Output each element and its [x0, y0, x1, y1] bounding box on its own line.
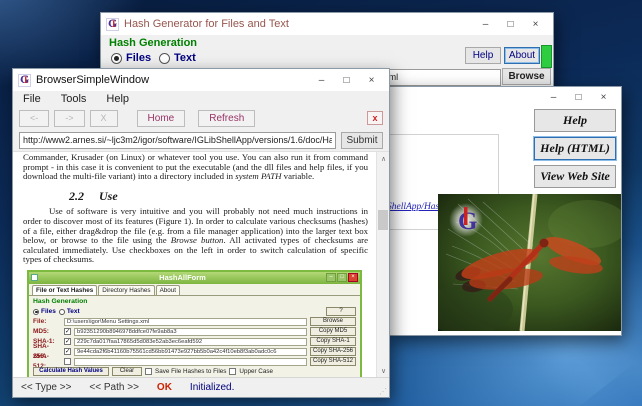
url-input[interactable]: [19, 132, 336, 149]
close-icon: ×: [348, 273, 358, 282]
radio-dot-icon: [111, 53, 122, 64]
address-bar: Submit: [13, 129, 389, 151]
copy-sha256-button: Copy SHA-256: [310, 347, 356, 356]
minimize-icon[interactable]: –: [541, 88, 566, 107]
paragraph: Use of software is very intuitive and yo…: [23, 207, 368, 265]
md5-hash-field: b92351290b8946978ddfce07fe9ab8a3: [74, 328, 307, 336]
help-button[interactable]: Help: [534, 109, 616, 132]
maximize-icon[interactable]: □: [334, 71, 359, 90]
save-hashes-checkbox: [145, 368, 152, 375]
view-website-button[interactable]: View Web Site: [534, 165, 616, 188]
submit-button[interactable]: Submit: [341, 132, 383, 149]
maximize-icon[interactable]: □: [566, 88, 591, 107]
upper-case-checkbox: [229, 368, 236, 375]
scrollbar-thumb[interactable]: [378, 210, 388, 230]
app-logo-icon: GI: [106, 18, 119, 31]
sha512-checkbox: [64, 358, 71, 365]
maximize-icon[interactable]: □: [498, 15, 523, 34]
status-path: << Path >>: [89, 382, 139, 393]
files-radio: Files: [33, 307, 56, 317]
stop-button[interactable]: X: [90, 110, 118, 127]
status-type: << Type >>: [21, 382, 71, 393]
md5-checkbox: ✓: [64, 328, 71, 335]
back-button[interactable]: <-: [19, 110, 49, 127]
menu-help[interactable]: Help: [106, 93, 129, 105]
tab-file-or-text-hashes: File or Text Hashes: [32, 285, 97, 295]
browse-button[interactable]: Browse: [502, 68, 551, 85]
about-button[interactable]: About: [504, 47, 540, 64]
close-icon[interactable]: ×: [359, 71, 384, 90]
close-document-button[interactable]: x: [367, 111, 383, 125]
menu-bar: File Tools Help: [13, 91, 389, 107]
hash-generation-group-label: Hash Generation: [109, 37, 197, 49]
copy-sha1-button: Copy SHA-1: [310, 337, 356, 346]
status-ok: OK: [157, 382, 172, 393]
clear-button: Clear: [112, 367, 142, 376]
tab-about: About: [156, 285, 180, 295]
paragraph: Commander, Krusader (on Linux) or whatev…: [23, 153, 368, 182]
status-initialized: Initialized.: [190, 382, 234, 393]
sha256-hash-field: 9e44cda2f6b41160b75561cd56bb91473e927bb5…: [74, 348, 307, 356]
browser-toolbar: <- -> X Home Refresh x: [13, 107, 389, 129]
browse-button: Browse: [310, 317, 356, 326]
close-icon[interactable]: ×: [591, 88, 616, 107]
text-radio: Text: [59, 307, 80, 317]
help-about-window: – □ × ShellApp/HashForm Help Help (HTML)…: [386, 86, 622, 336]
tab-directory-hashes: Directory Hashes: [98, 285, 154, 295]
file-path-field: D:\users\igor\Menu Settings.xml: [64, 318, 307, 326]
dragonfly-photo: G: [438, 194, 621, 331]
resize-grip[interactable]: ⋰: [379, 387, 387, 396]
window-title: Hash Generator for Files and Text: [124, 18, 289, 30]
hashallform-figure: HashAllForm – □ × File or Text Hashes Di…: [27, 270, 362, 377]
document-view: Commander, Krusader (on Linux) or whatev…: [13, 152, 376, 377]
status-indicator: [541, 45, 552, 68]
help-button[interactable]: Help: [465, 47, 501, 64]
hash-generator-titlebar[interactable]: GI Hash Generator for Files and Text – □…: [101, 13, 553, 35]
scroll-down-icon[interactable]: ∨: [377, 364, 389, 377]
status-bar: << Type >> << Path >> OK Initialized. ⋰: [13, 377, 389, 397]
maximize-icon: □: [337, 273, 347, 282]
hashallform-tabs: File or Text Hashes Directory Hashes Abo…: [29, 284, 360, 295]
photo-logo-i: [464, 207, 468, 225]
scroll-up-icon[interactable]: ∧: [377, 152, 389, 165]
copy-sha512-button: Copy SHA-512: [310, 357, 356, 366]
help-question-button: ?: [326, 307, 356, 316]
minimize-icon[interactable]: –: [309, 71, 334, 90]
sha1-hash-field: 229c7da017faa17865d5d083e52ab3ec6eafd592: [74, 338, 307, 346]
calculate-hash-values-button: Calculate Hash Values: [33, 367, 109, 376]
vertical-scrollbar[interactable]: ∧ ∨: [376, 152, 389, 377]
sha1-checkbox: ✓: [64, 338, 71, 345]
browser-window: GI BrowserSimpleWindow – □ × File Tools …: [12, 68, 390, 398]
hash-generation-group-label: Hash Generation: [33, 297, 356, 307]
files-radio[interactable]: Files: [111, 52, 151, 64]
radio-dot-icon: [159, 53, 170, 64]
minimize-icon[interactable]: –: [473, 15, 498, 34]
minimize-icon: –: [326, 273, 336, 282]
help-about-titlebar[interactable]: – □ ×: [387, 87, 621, 107]
photo-logo-g: G: [458, 208, 477, 235]
app-logo-icon: [31, 274, 38, 281]
browser-titlebar[interactable]: GI BrowserSimpleWindow – □ ×: [13, 69, 389, 91]
home-button[interactable]: Home: [137, 110, 186, 127]
section-heading: 2.2Use: [69, 192, 368, 202]
help-html-button[interactable]: Help (HTML): [534, 137, 616, 160]
close-icon[interactable]: ×: [523, 15, 548, 34]
refresh-button[interactable]: Refresh: [198, 110, 255, 127]
menu-file[interactable]: File: [23, 93, 41, 105]
copy-md5-button: Copy MD5: [310, 327, 356, 336]
window-title: BrowserSimpleWindow: [36, 74, 149, 86]
app-logo-icon: GI: [18, 74, 31, 87]
menu-tools[interactable]: Tools: [61, 93, 87, 105]
text-radio[interactable]: Text: [159, 52, 196, 64]
hashallform-titlebar: HashAllForm – □ ×: [29, 272, 360, 284]
forward-button[interactable]: ->: [54, 110, 84, 127]
sha512-hash-field: [74, 358, 307, 366]
sha256-checkbox: ✓: [64, 348, 71, 355]
